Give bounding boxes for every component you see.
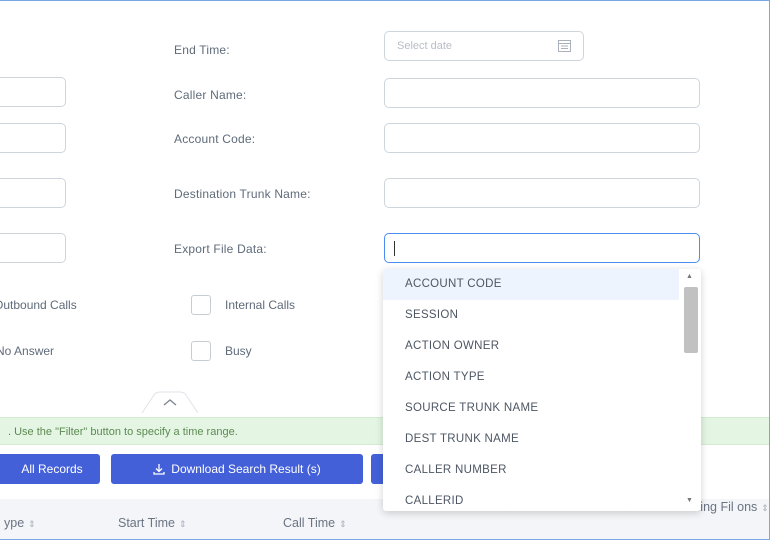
left-field-3[interactable]: [0, 178, 66, 208]
left-field-2[interactable]: [0, 123, 66, 153]
dropdown-option[interactable]: ACTION OWNER: [383, 331, 679, 362]
calendar-icon: [558, 40, 571, 52]
dest-trunk-input[interactable]: [384, 178, 700, 208]
scroll-down-icon[interactable]: ▼: [686, 497, 693, 504]
download-icon: [153, 464, 165, 475]
scroll-thumb[interactable]: [684, 287, 698, 353]
date-placeholder: Select date: [397, 40, 453, 52]
text-caret: [394, 241, 395, 256]
busy-checkbox[interactable]: [191, 341, 211, 361]
all-records-label: All Records: [21, 462, 83, 476]
download-label: Download Search Result (s): [171, 462, 321, 476]
account-code-input[interactable]: [384, 123, 700, 153]
end-time-label: End Time:: [174, 43, 230, 57]
no-answer-label[interactable]: No Answer: [0, 344, 54, 358]
dropdown-option[interactable]: CALLERID: [383, 486, 679, 511]
internal-calls-label[interactable]: Internal Calls: [225, 298, 295, 312]
account-code-label: Account Code:: [174, 132, 256, 146]
dropdown-option[interactable]: SESSION: [383, 300, 679, 331]
sort-icon: ⇕: [178, 519, 187, 529]
scroll-up-icon[interactable]: ▲: [686, 273, 693, 280]
collapse-toggle[interactable]: [140, 391, 200, 413]
all-records-button[interactable]: All Records: [0, 454, 100, 484]
col-header-call-time[interactable]: Call Time ⇕: [283, 516, 347, 530]
sort-icon: ⇕: [28, 519, 36, 529]
dest-trunk-label: Destination Trunk Name:: [174, 187, 311, 201]
info-banner-text: . Use the "Filter" button to specify a t…: [8, 426, 238, 438]
dropdown-option[interactable]: ACCOUNT CODE: [383, 269, 679, 300]
sort-icon: ⇕: [761, 503, 769, 513]
caller-name-input[interactable]: [384, 78, 700, 108]
caller-name-label: Caller Name:: [174, 88, 247, 102]
export-field-dropdown: ACCOUNT CODE SESSION ACTION OWNER ACTION TY…: [383, 269, 701, 511]
left-field-4[interactable]: [0, 233, 66, 263]
outbound-calls-label[interactable]: Outbound Calls: [0, 298, 77, 312]
dropdown-option[interactable]: CALLER NUMBER: [383, 455, 679, 486]
export-file-data-input[interactable]: [384, 233, 700, 263]
busy-label[interactable]: Busy: [225, 344, 252, 358]
cdr-filter-panel: End Time: Caller Name: Account Code: Des…: [0, 0, 770, 540]
dropdown-scrollbar[interactable]: ▲ ▼: [682, 273, 698, 507]
dropdown-option[interactable]: DEST TRUNK NAME: [383, 424, 679, 455]
export-file-data-label: Export File Data:: [174, 242, 267, 256]
col-header-type[interactable]: ype ⇕: [4, 516, 36, 530]
download-search-result-button[interactable]: Download Search Result (s): [111, 454, 363, 484]
dropdown-option[interactable]: ACTION TYPE: [383, 362, 679, 393]
dropdown-option[interactable]: SOURCE TRUNK NAME: [383, 393, 679, 424]
end-time-date-picker[interactable]: Select date: [384, 31, 584, 61]
internal-calls-checkbox[interactable]: [191, 295, 211, 315]
sort-icon: ⇕: [339, 519, 347, 529]
left-field-1[interactable]: [0, 77, 66, 107]
col-header-start-time[interactable]: Start Time ⇕: [118, 516, 187, 530]
